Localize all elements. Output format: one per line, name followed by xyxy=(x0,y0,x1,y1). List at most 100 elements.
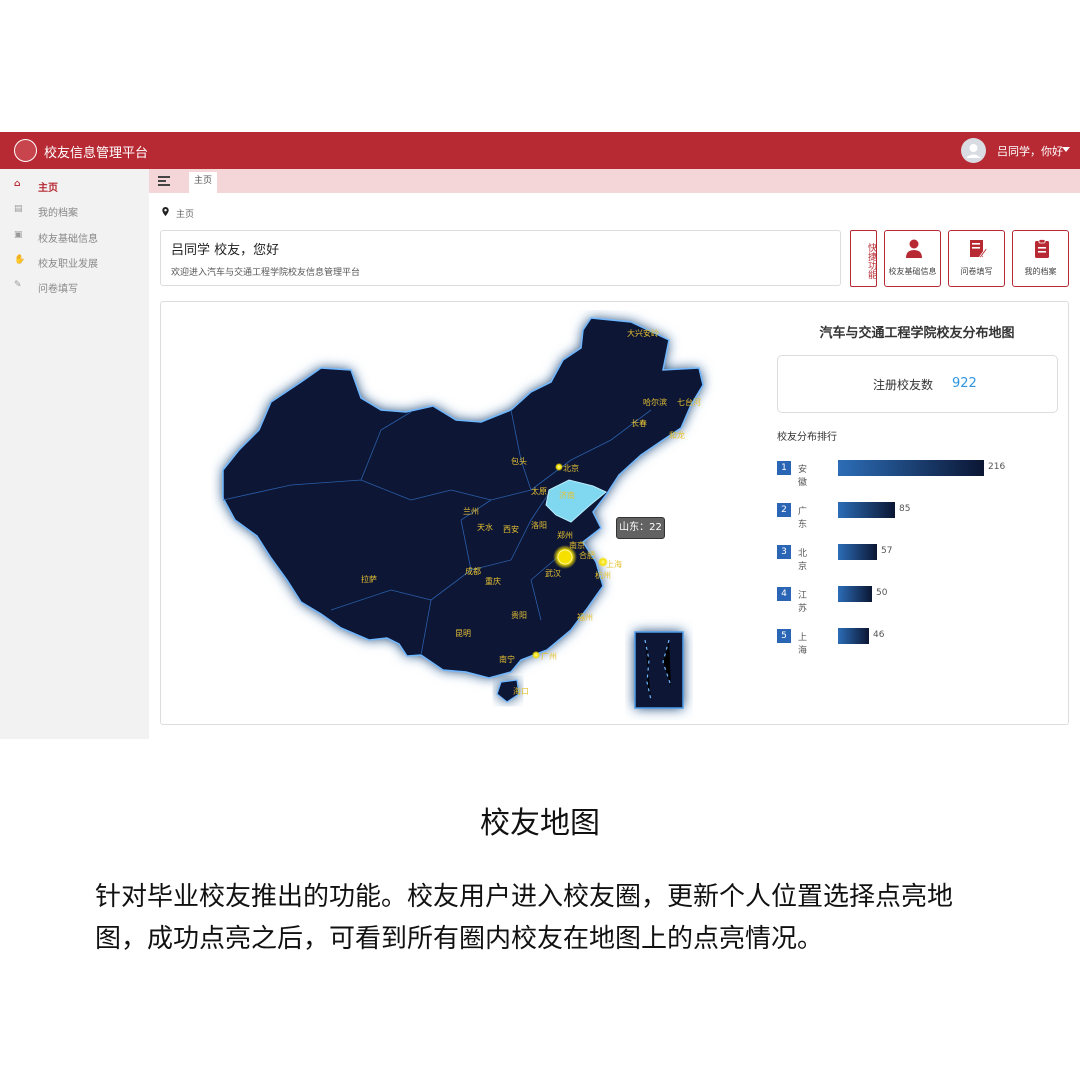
city-label: 包头 xyxy=(511,456,527,466)
sidebar-item-label: 主页 xyxy=(38,183,58,194)
handshake-icon: ✋ xyxy=(14,255,26,265)
city-label: 哈尔滨 xyxy=(643,397,667,407)
rank-badge: 1 xyxy=(777,461,791,475)
sidebar-item-label: 我的档案 xyxy=(38,208,78,219)
rank-value: 216 xyxy=(988,462,1006,472)
quick-button-label: 问卷填写 xyxy=(960,267,993,276)
welcome-title: 吕同学 校友，您好 xyxy=(171,243,280,258)
city-label: 七台河 xyxy=(677,397,701,407)
clipboard-icon xyxy=(1035,239,1049,258)
city-label: 太原 xyxy=(531,486,547,496)
guangzhou-point[interactable] xyxy=(532,651,540,659)
rank-badge: 3 xyxy=(777,545,791,559)
user-avatar-icon xyxy=(966,144,981,158)
quick-my-archive-button[interactable]: 我的档案 xyxy=(1012,230,1069,287)
city-label: 重庆 xyxy=(485,576,501,586)
city-label: 广州 xyxy=(541,651,557,661)
city-label: 成都 xyxy=(465,566,481,576)
rank-bar xyxy=(838,544,877,560)
app-window: 校友信息管理平台 吕同学，你好 ⌂ 主页 ▤ 我的档案 ▣ 校友基础信息 ✋ 校… xyxy=(0,132,1080,739)
quick-button-label: 我的档案 xyxy=(1024,267,1057,276)
city-label: 长春 xyxy=(631,418,647,428)
sidebar-item-label: 校友基础信息 xyxy=(38,234,98,245)
welcome-subtitle: 欢迎进入汽车与交通工程学院校友信息管理平台 xyxy=(171,268,361,278)
rank-badge: 5 xyxy=(777,629,791,643)
city-label: 拉萨 xyxy=(361,574,377,584)
quick-alumni-info-button[interactable]: 校友基础信息 xyxy=(884,230,941,287)
sidebar-item-my-archive[interactable]: ▤ 我的档案 xyxy=(0,199,149,223)
home-icon: ⌂ xyxy=(14,179,21,189)
city-label: 杭州 xyxy=(595,570,611,580)
anhui-point-core xyxy=(557,549,573,565)
rank-bar xyxy=(838,586,872,602)
city-label: 兰州 xyxy=(463,506,479,516)
rank-bar xyxy=(838,460,984,476)
map-card: 大兴安岭 哈尔滨 七台河 长春 和龙 北京 太原 包头 兰州 天水 西安 洛阳 … xyxy=(160,301,1069,725)
city-label: 贵阳 xyxy=(511,610,527,620)
user-icon xyxy=(906,239,922,258)
sidebar-item-home[interactable]: ⌂ 主页 xyxy=(0,174,149,198)
city-label: 济南 xyxy=(559,490,575,500)
city-label: 和龙 xyxy=(669,430,685,440)
top-bar: 校友信息管理平台 吕同学，你好 xyxy=(0,132,1080,169)
city-label: 上海 xyxy=(606,559,622,569)
sidebar-item-label: 校友职业发展 xyxy=(38,259,98,270)
rank-value: 57 xyxy=(881,546,893,556)
china-mainland-shape xyxy=(222,317,704,679)
welcome-card: 吕同学 校友，您好 欢迎进入汽车与交通工程学院校友信息管理平台 xyxy=(160,230,841,286)
pencil-icon: ✎ xyxy=(14,280,22,290)
city-label: 福州 xyxy=(577,613,593,622)
rank-province: 上海 xyxy=(798,633,808,656)
city-label: 武汉 xyxy=(545,568,561,578)
avatar[interactable] xyxy=(961,138,986,163)
breadcrumb[interactable]: 主页 xyxy=(176,207,194,220)
sidebar: ⌂ 主页 ▤ 我的档案 ▣ 校友基础信息 ✋ 校友职业发展 ✎ 问卷填写 xyxy=(0,169,149,739)
user-greeting[interactable]: 吕同学，你好 xyxy=(997,143,1063,159)
rank-value: 85 xyxy=(899,504,911,514)
sidebar-item-survey[interactable]: ✎ 问卷填写 xyxy=(0,275,149,299)
tab-strip: 主页 xyxy=(149,169,1080,193)
rank-province: 广东 xyxy=(798,507,808,530)
city-label: 西安 xyxy=(503,524,519,534)
city-label: 北京 xyxy=(563,463,579,473)
sidebar-item-career[interactable]: ✋ 校友职业发展 xyxy=(0,250,149,274)
rank-value: 50 xyxy=(876,588,888,598)
city-label: 郑州 xyxy=(557,530,573,540)
section-heading: 校友地图 xyxy=(480,806,600,841)
city-label: 合肥 xyxy=(579,550,595,560)
tab-home[interactable]: 主页 xyxy=(189,172,217,193)
china-alumni-map[interactable]: 大兴安岭 哈尔滨 七台河 长春 和龙 北京 太原 包头 兰州 天水 西安 洛阳 … xyxy=(211,310,771,720)
school-logo xyxy=(14,139,37,162)
beijing-point[interactable] xyxy=(555,463,563,471)
rank-bar xyxy=(838,628,869,644)
sidebar-item-alumni-info[interactable]: ▣ 校友基础信息 xyxy=(0,225,149,249)
edit-icon xyxy=(970,240,987,259)
rank-province: 江苏 xyxy=(798,591,808,614)
id-card-icon: ▣ xyxy=(14,230,23,240)
rank-value: 46 xyxy=(873,630,885,640)
city-label: 天水 xyxy=(477,522,493,532)
caret-down-icon[interactable] xyxy=(1062,147,1070,152)
city-label: 南宁 xyxy=(499,654,515,664)
registered-alumni-box: 注册校友数 922 xyxy=(777,355,1058,413)
quick-button-label: 校友基础信息 xyxy=(888,267,937,276)
city-label: 南京 xyxy=(569,540,585,550)
ranking-title: 校友分布排行 xyxy=(777,432,837,443)
city-label: 洛阳 xyxy=(531,520,547,530)
database-icon: ▤ xyxy=(14,204,23,214)
sidebar-item-label: 问卷填写 xyxy=(38,284,78,295)
rank-province: 北京 xyxy=(798,549,808,572)
section-description: 针对毕业校友推出的功能。校友用户进入校友圈，更新个人位置选择点亮地图，成功点亮之… xyxy=(95,882,954,954)
registered-alumni-label: 注册校友数 xyxy=(873,378,934,392)
city-label: 昆明 xyxy=(455,629,471,638)
quick-survey-button[interactable]: 问卷填写 xyxy=(948,230,1005,287)
quick-functions-label: 快捷功能 xyxy=(850,230,877,287)
location-pin-icon xyxy=(162,207,169,216)
map-tooltip: 山东：22 xyxy=(616,517,665,539)
rank-bar xyxy=(838,502,895,518)
map-title: 汽车与交通工程学院校友分布地图 xyxy=(819,326,1015,341)
rank-badge: 2 xyxy=(777,503,791,517)
city-label: 大兴安岭 xyxy=(627,328,659,338)
app-title: 校友信息管理平台 xyxy=(44,146,149,161)
menu-toggle-icon[interactable] xyxy=(158,176,170,186)
